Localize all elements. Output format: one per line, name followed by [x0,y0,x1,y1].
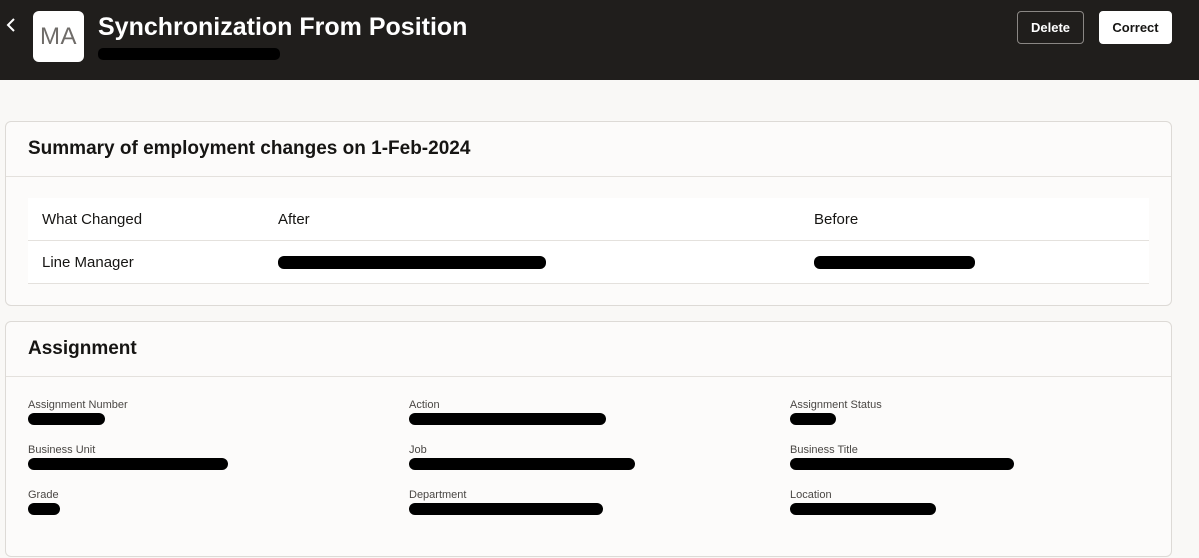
field-value-redacted [28,413,105,425]
column-header-after: After [278,210,310,228]
field-department: Department [409,489,603,515]
divider [6,176,1171,177]
field-business-unit: Business Unit [28,444,228,470]
field-label: Job [409,444,427,456]
field-value-redacted [790,503,936,515]
field-label: Department [409,489,467,501]
field-location: Location [790,489,936,515]
summary-title: Summary of employment changes on 1-Feb-2… [28,138,471,159]
field-label: Grade [28,489,59,501]
field-value-redacted [28,503,60,515]
chevron-left-icon [6,17,16,38]
field-value-redacted [28,458,228,470]
table-row: Line Manager [28,241,1149,284]
assignment-title: Assignment [28,338,137,359]
delete-button[interactable]: Delete [1017,11,1084,44]
subtitle-redacted [98,48,280,60]
back-button[interactable] [2,14,20,40]
page-header: MA Synchronization From Position Delete … [0,0,1199,80]
field-action: Action [409,399,606,425]
summary-panel: Summary of employment changes on 1-Feb-2… [5,121,1172,306]
divider [6,376,1171,377]
cell-before-redacted [814,241,975,283]
field-label: Assignment Number [28,399,128,411]
field-value-redacted [790,413,836,425]
column-header-before: Before [814,210,859,228]
field-value-redacted [790,458,1014,470]
field-grade: Grade [28,489,60,515]
field-business-title: Business Title [790,444,1014,470]
correct-button[interactable]: Correct [1099,11,1172,44]
avatar: MA [33,11,84,62]
changes-table: What Changed After Before Line Manager [28,198,1149,284]
cell-after-redacted [278,241,546,283]
cell-what-changed: Line Manager [42,253,134,271]
field-assignment-number: Assignment Number [28,399,128,425]
field-value-redacted [409,413,606,425]
field-value-redacted [409,458,635,470]
field-label: Location [790,489,832,501]
field-label: Business Title [790,444,858,456]
field-value-redacted [409,503,603,515]
column-header-what-changed: What Changed [42,210,143,228]
field-label: Business Unit [28,444,96,456]
field-job: Job [409,444,635,470]
field-label: Action [409,399,440,411]
table-header-row: What Changed After Before [28,198,1149,241]
page-title: Synchronization From Position [98,13,468,41]
field-assignment-status: Assignment Status [790,399,882,425]
field-label: Assignment Status [790,399,882,411]
assignment-panel: Assignment Assignment Number Action Assi… [5,321,1172,557]
